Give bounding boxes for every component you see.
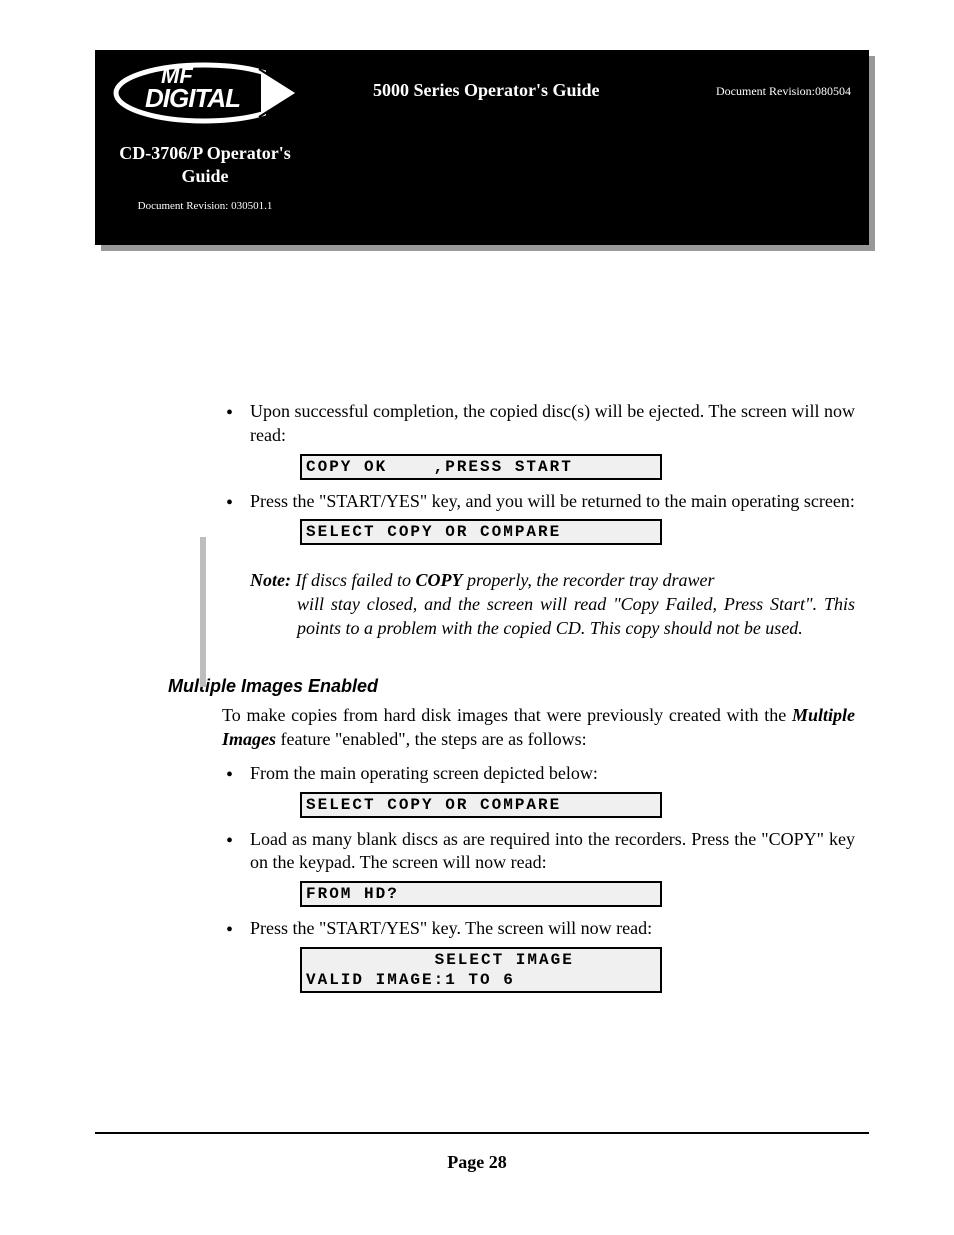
cd-guide-line1: CD-3706/P Operator's (119, 143, 290, 163)
bullet-item: Upon successful completion, the copied d… (170, 400, 855, 448)
note-copy-word: COPY (415, 570, 462, 590)
bullet-list-5: Press the "START/YES" key. The screen wi… (170, 917, 855, 941)
note-text-1: If discs failed to (291, 570, 416, 590)
lcd-display: SELECT COPY OR COMPARE (300, 519, 662, 545)
bullet-text: From the main operating screen depicted … (250, 763, 598, 783)
bullet-item: Press the "START/YES" key. The screen wi… (170, 917, 855, 941)
note-block: Note: If discs failed to COPY properly, … (170, 569, 855, 640)
bullet-list-2: Press the "START/YES" key, and you will … (170, 490, 855, 514)
footer-rule (95, 1132, 869, 1134)
cd-guide-line2: Guide (181, 166, 228, 186)
bullet-item: Press the "START/YES" key, and you will … (170, 490, 855, 514)
bullet-text: Load as many blank discs as are required… (250, 829, 855, 873)
header-band: MF DIGITAL CD-3706/P Operator's Guide Do… (95, 50, 869, 245)
page: MF DIGITAL CD-3706/P Operator's Guide Do… (0, 0, 954, 1235)
doc-revision-right: Document Revision:080504 (716, 84, 851, 99)
lcd-line2: VALID IMAGE:1 TO 6 (306, 971, 515, 989)
intro-text-1: To make copies from hard disk images tha… (222, 705, 792, 725)
note-sidebar (200, 537, 206, 687)
bullet-text: Press the "START/YES" key. The screen wi… (250, 918, 652, 938)
series-title: 5000 Series Operator's Guide (373, 80, 599, 101)
bullet-text: Upon successful completion, the copied d… (250, 401, 855, 445)
page-number: Page 28 (0, 1152, 954, 1173)
doc-revision-left: Document Revision: 030501.1 (115, 200, 295, 212)
lcd-display: SELECT COPY OR COMPARE (300, 792, 662, 818)
lcd-display-two-line: SELECT IMAGEVALID IMAGE:1 TO 6 (300, 947, 662, 993)
cd-guide-title: CD-3706/P Operator's Guide (115, 142, 295, 189)
lcd-display: COPY OK ,PRESS START (300, 454, 662, 480)
intro-paragraph: To make copies from hard disk images tha… (170, 704, 855, 752)
bullet-list-3: From the main operating screen depicted … (170, 762, 855, 786)
bullet-list-4: Load as many blank discs as are required… (170, 828, 855, 876)
bullet-text: Press the "START/YES" key, and you will … (250, 491, 855, 511)
note-label: Note: (250, 570, 291, 590)
content-area: Upon successful completion, the copied d… (170, 400, 855, 1003)
bullet-list-1: Upon successful completion, the copied d… (170, 400, 855, 448)
note-text-2: properly, the recorder tray drawer (462, 570, 714, 590)
bullet-item: From the main operating screen depicted … (170, 762, 855, 786)
intro-text-2: feature "enabled", the steps are as foll… (276, 729, 587, 749)
section-title: Multiple Images Enabled (168, 675, 855, 699)
lcd-line1: SELECT IMAGE (306, 950, 656, 970)
bullet-item: Load as many blank discs as are required… (170, 828, 855, 876)
lcd-display: FROM HD? (300, 881, 662, 907)
mf-digital-logo: MF DIGITAL (109, 56, 299, 130)
note-text-3: will stay closed, and the screen will re… (250, 593, 855, 641)
svg-text:DIGITAL: DIGITAL (145, 83, 240, 113)
